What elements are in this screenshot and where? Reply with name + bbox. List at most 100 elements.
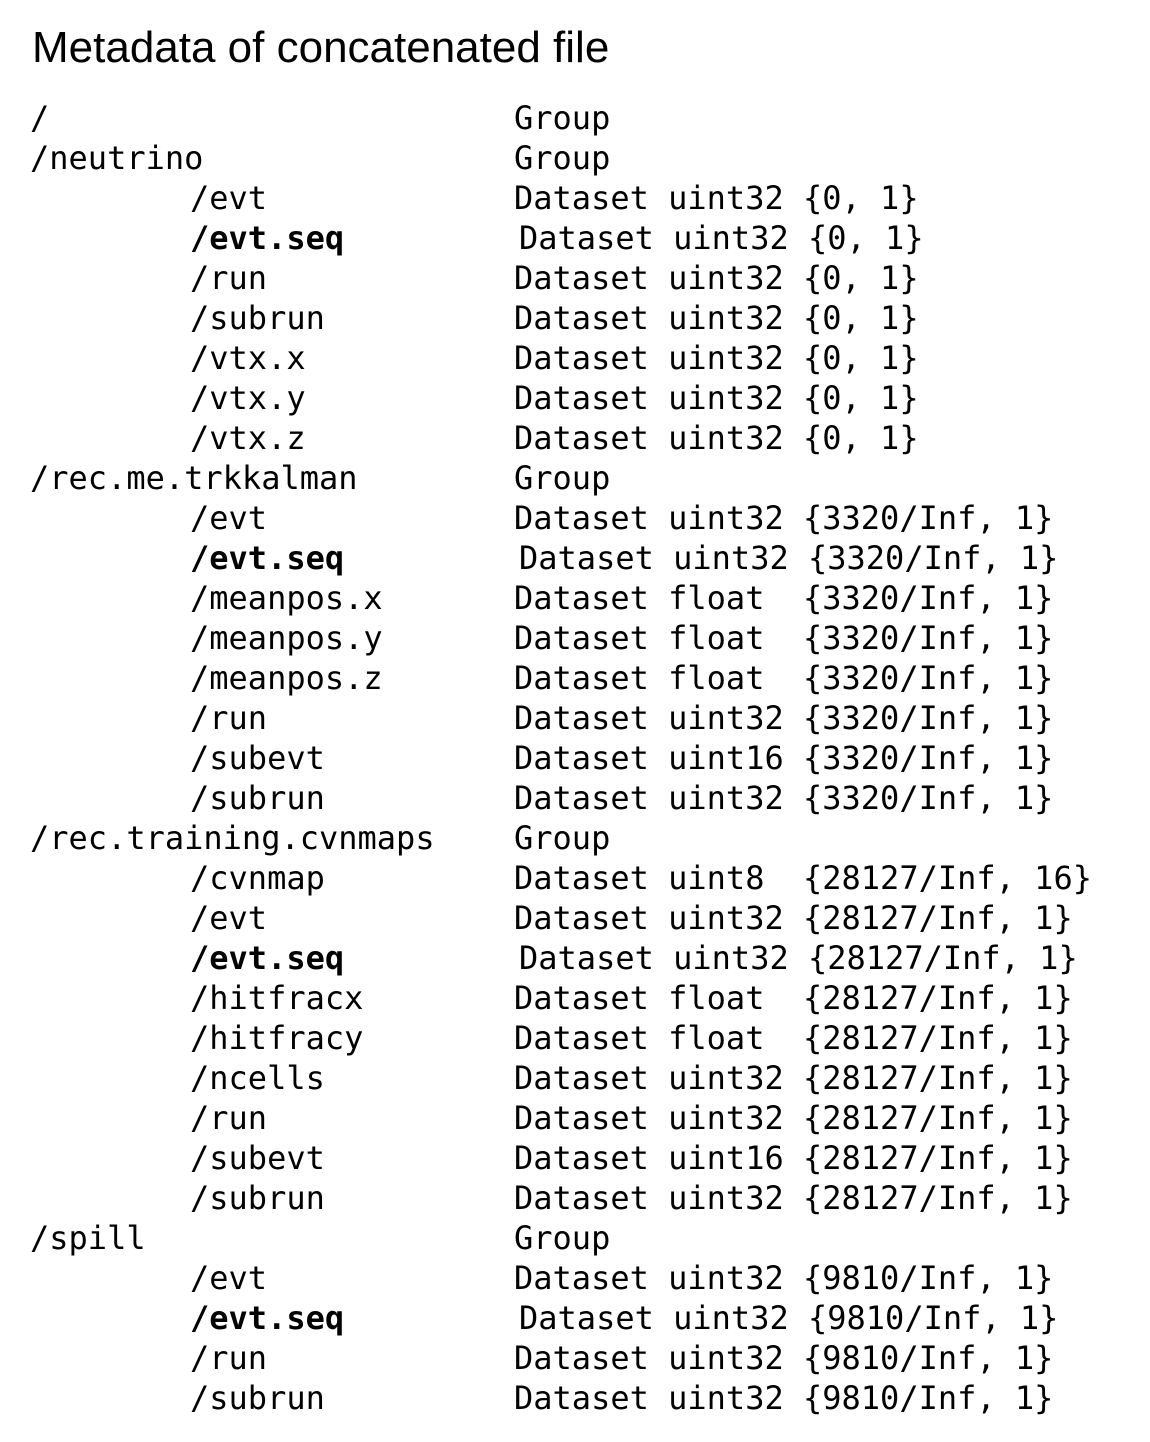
group-row: /spill Group bbox=[0, 1218, 1150, 1258]
hdf5-path: /rec.training.cvnmaps bbox=[30, 819, 435, 857]
metadata-listing: / Group/neutrino Group/evt Dataset uint32 {… bbox=[0, 98, 1150, 1418]
hdf5-object-info: Group bbox=[514, 459, 611, 497]
hdf5-object-info: Dataset float {3320/Inf, 1} bbox=[514, 619, 1054, 657]
dataset-row: /meanpos.z Dataset float {3320/Inf, 1} bbox=[0, 658, 1150, 698]
dataset-row: /run Dataset uint32 {3320/Inf, 1} bbox=[0, 698, 1150, 738]
hdf5-object-info: Dataset uint32 {9810/Inf, 1} bbox=[519, 1299, 1059, 1337]
hdf5-path: /meanpos.y bbox=[190, 619, 383, 657]
hdf5-path: /subevt bbox=[190, 739, 325, 777]
hdf5-object-info: Dataset uint32 {28127/Inf, 1} bbox=[514, 899, 1073, 937]
hdf5-path: /evt bbox=[190, 179, 268, 217]
dataset-row: /subrun Dataset uint32 {28127/Inf, 1} bbox=[0, 1178, 1150, 1218]
dataset-row: /evt Dataset uint32 {3320/Inf, 1} bbox=[0, 498, 1150, 538]
dataset-row: /run Dataset uint32 {9810/Inf, 1} bbox=[0, 1338, 1150, 1378]
group-row: / Group bbox=[0, 98, 1150, 138]
hdf5-path: /subrun bbox=[190, 779, 325, 817]
hdf5-object-info: Dataset uint32 {3320/Inf, 1} bbox=[514, 779, 1054, 817]
hdf5-object-info: Dataset uint32 {0, 1} bbox=[514, 339, 919, 377]
hdf5-path: /evt.seq bbox=[190, 219, 345, 257]
hdf5-object-info: Dataset uint32 {9810/Inf, 1} bbox=[514, 1379, 1054, 1417]
dataset-row: /hitfracx Dataset float {28127/Inf, 1} bbox=[0, 978, 1150, 1018]
hdf5-object-info: Dataset uint32 {3320/Inf, 1} bbox=[514, 499, 1054, 537]
dataset-row: /subrun Dataset uint32 {3320/Inf, 1} bbox=[0, 778, 1150, 818]
hdf5-path: /neutrino bbox=[30, 139, 204, 177]
hdf5-path: /subrun bbox=[190, 1379, 325, 1417]
hdf5-path: /vtx.y bbox=[190, 379, 306, 417]
dataset-row: /vtx.x Dataset uint32 {0, 1} bbox=[0, 338, 1150, 378]
dataset-row: /run Dataset uint32 {0, 1} bbox=[0, 258, 1150, 298]
hdf5-path: /evt.seq bbox=[190, 1299, 345, 1337]
dataset-row: /evt Dataset uint32 {9810/Inf, 1} bbox=[0, 1258, 1150, 1298]
dataset-row: /cvnmap Dataset uint8 {28127/Inf, 16} bbox=[0, 858, 1150, 898]
hdf5-path: /evt bbox=[190, 1259, 268, 1297]
dataset-row: /subevt Dataset uint16 {3320/Inf, 1} bbox=[0, 738, 1150, 778]
hdf5-object-info: Group bbox=[514, 1219, 611, 1257]
hdf5-path: /run bbox=[190, 1099, 268, 1137]
dataset-row: /evt.seq Dataset uint32 {0, 1} bbox=[0, 218, 1150, 258]
hdf5-object-info: Dataset uint32 {0, 1} bbox=[514, 179, 919, 217]
hdf5-object-info: Group bbox=[514, 99, 611, 137]
hdf5-path: /evt bbox=[190, 899, 268, 937]
hdf5-path: /evt bbox=[190, 499, 268, 537]
hdf5-object-info: Dataset float {28127/Inf, 1} bbox=[514, 979, 1073, 1017]
dataset-row: /subrun Dataset uint32 {0, 1} bbox=[0, 298, 1150, 338]
hdf5-object-info: Dataset uint32 {0, 1} bbox=[514, 379, 919, 417]
hdf5-object-info: Dataset uint32 {28127/Inf, 1} bbox=[514, 1059, 1073, 1097]
hdf5-object-info: Dataset uint32 {0, 1} bbox=[519, 219, 924, 257]
hdf5-path: /subevt bbox=[190, 1139, 325, 1177]
hdf5-path: /subrun bbox=[190, 299, 325, 337]
hdf5-object-info: Group bbox=[514, 139, 611, 177]
hdf5-object-info: Dataset uint32 {28127/Inf, 1} bbox=[514, 1099, 1073, 1137]
dataset-row: /evt Dataset uint32 {0, 1} bbox=[0, 178, 1150, 218]
hdf5-path: /meanpos.x bbox=[190, 579, 383, 617]
hdf5-path: /vtx.x bbox=[190, 339, 306, 377]
group-row: /neutrino Group bbox=[0, 138, 1150, 178]
dataset-row: /hitfracy Dataset float {28127/Inf, 1} bbox=[0, 1018, 1150, 1058]
hdf5-object-info: Dataset float {3320/Inf, 1} bbox=[514, 659, 1054, 697]
hdf5-object-info: Dataset float {28127/Inf, 1} bbox=[514, 1019, 1073, 1057]
dataset-row: /ncells Dataset uint32 {28127/Inf, 1} bbox=[0, 1058, 1150, 1098]
hdf5-object-info: Dataset uint32 {0, 1} bbox=[514, 419, 919, 457]
hdf5-object-info: Dataset uint8 {28127/Inf, 16} bbox=[514, 859, 1092, 897]
hdf5-object-info: Dataset uint16 {3320/Inf, 1} bbox=[514, 739, 1054, 777]
hdf5-path: /ncells bbox=[190, 1059, 325, 1097]
dataset-row: /evt.seq Dataset uint32 {3320/Inf, 1} bbox=[0, 538, 1150, 578]
hdf5-object-info: Dataset uint32 {0, 1} bbox=[514, 299, 919, 337]
hdf5-path: /spill bbox=[30, 1219, 146, 1257]
dataset-row: /run Dataset uint32 {28127/Inf, 1} bbox=[0, 1098, 1150, 1138]
slide-title: Metadata of concatenated file bbox=[32, 23, 610, 72]
hdf5-object-info: Dataset uint32 {28127/Inf, 1} bbox=[519, 939, 1078, 977]
dataset-row: /evt.seq Dataset uint32 {9810/Inf, 1} bbox=[0, 1298, 1150, 1338]
hdf5-object-info: Dataset uint32 {9810/Inf, 1} bbox=[514, 1339, 1054, 1377]
hdf5-path: /hitfracy bbox=[190, 1019, 364, 1057]
hdf5-path: /cvnmap bbox=[190, 859, 325, 897]
group-row: /rec.training.cvnmaps Group bbox=[0, 818, 1150, 858]
dataset-row: /meanpos.x Dataset float {3320/Inf, 1} bbox=[0, 578, 1150, 618]
hdf5-object-info: Dataset float {3320/Inf, 1} bbox=[514, 579, 1054, 617]
dataset-row: /vtx.z Dataset uint32 {0, 1} bbox=[0, 418, 1150, 458]
hdf5-object-info: Dataset uint32 {0, 1} bbox=[514, 259, 919, 297]
hdf5-path: / bbox=[30, 99, 50, 137]
hdf5-object-info: Dataset uint32 {9810/Inf, 1} bbox=[514, 1259, 1054, 1297]
dataset-row: /subevt Dataset uint16 {28127/Inf, 1} bbox=[0, 1138, 1150, 1178]
group-row: /rec.me.trkkalman Group bbox=[0, 458, 1150, 498]
dataset-row: /evt.seq Dataset uint32 {28127/Inf, 1} bbox=[0, 938, 1150, 978]
hdf5-object-info: Dataset uint32 {28127/Inf, 1} bbox=[514, 1179, 1073, 1217]
hdf5-path: /run bbox=[190, 1339, 268, 1377]
hdf5-path: /run bbox=[190, 699, 268, 737]
hdf5-path: /subrun bbox=[190, 1179, 325, 1217]
hdf5-path: /hitfracx bbox=[190, 979, 364, 1017]
hdf5-path: /rec.me.trkkalman bbox=[30, 459, 358, 497]
hdf5-object-info: Dataset uint32 {3320/Inf, 1} bbox=[519, 539, 1059, 577]
hdf5-path: /run bbox=[190, 259, 268, 297]
hdf5-object-info: Dataset uint16 {28127/Inf, 1} bbox=[514, 1139, 1073, 1177]
hdf5-path: /evt.seq bbox=[190, 939, 345, 977]
hdf5-path: /meanpos.z bbox=[190, 659, 383, 697]
dataset-row: /meanpos.y Dataset float {3320/Inf, 1} bbox=[0, 618, 1150, 658]
hdf5-object-info: Dataset uint32 {3320/Inf, 1} bbox=[514, 699, 1054, 737]
hdf5-object-info: Group bbox=[514, 819, 611, 857]
dataset-row: /evt Dataset uint32 {28127/Inf, 1} bbox=[0, 898, 1150, 938]
dataset-row: /vtx.y Dataset uint32 {0, 1} bbox=[0, 378, 1150, 418]
dataset-row: /subrun Dataset uint32 {9810/Inf, 1} bbox=[0, 1378, 1150, 1418]
hdf5-path: /evt.seq bbox=[190, 539, 345, 577]
